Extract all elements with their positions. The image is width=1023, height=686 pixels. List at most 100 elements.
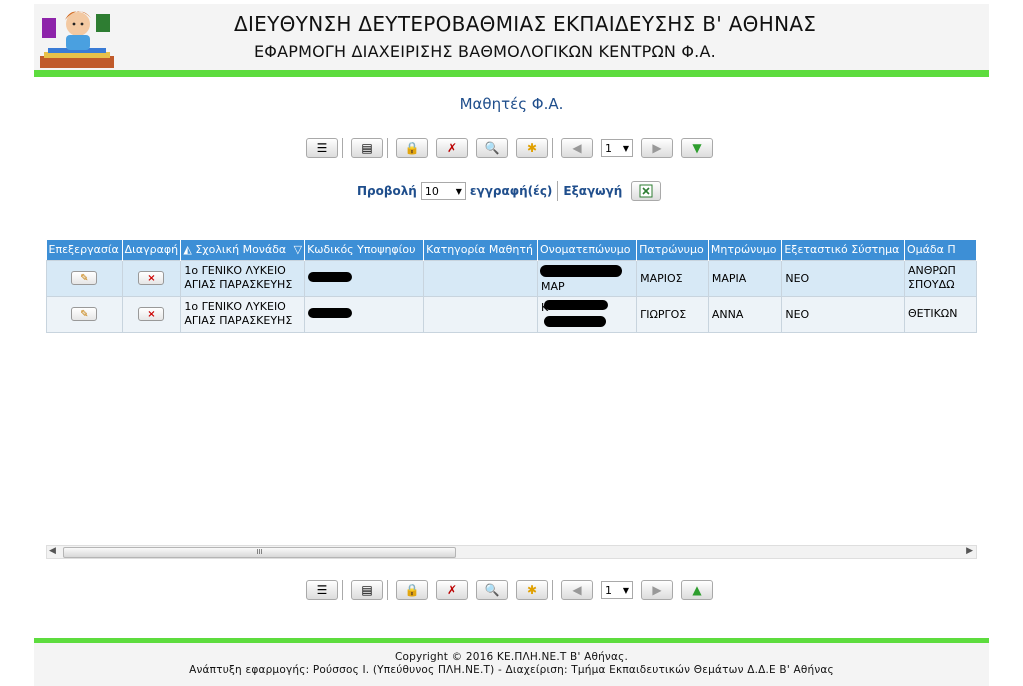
new-record-icon: ✱ xyxy=(526,141,538,155)
next-page-button[interactable]: ▶ xyxy=(641,138,673,158)
col-header-delete: Διαγραφή xyxy=(122,240,182,260)
detail-icon: ▤ xyxy=(361,583,373,597)
clear-search-button[interactable]: ✗ xyxy=(436,138,468,158)
chevron-down-icon: ▼ xyxy=(455,186,462,196)
col-header-mother[interactable]: Μητρώνυμο xyxy=(708,240,783,260)
excel-export-button[interactable] xyxy=(631,181,662,201)
horizontal-scrollbar[interactable]: ◀ III ▶ xyxy=(46,545,977,559)
fullname-cell: ΜΑΡ xyxy=(537,259,638,297)
group-cell: ΘΕΤΙΚΩΝ xyxy=(904,295,977,333)
arrow-left-icon: ◀ xyxy=(572,141,582,155)
filter-lock-button[interactable]: 🔒 xyxy=(396,138,428,158)
header-subtitle: ΕΦΑΡΜΟΓΗ ΔΙΑΧΕΙΡΙΣΗΣ ΒΑΘΜΟΛΟΓΙΚΩΝ ΚΕΝΤΡΩ… xyxy=(254,42,716,61)
delete-x-icon: × xyxy=(147,272,156,284)
page-size-value: 10 xyxy=(424,184,439,198)
toolbar-separator xyxy=(342,580,343,600)
col-header-fullname[interactable]: Ονοματεπώνυμο xyxy=(537,240,638,260)
pencil-icon: ✎ xyxy=(80,272,89,284)
view-separator xyxy=(557,181,559,201)
exam-system-cell: ΝΕΟ xyxy=(781,295,905,333)
toolbar-separator xyxy=(552,580,553,600)
redaction xyxy=(308,271,353,282)
arrow-right-icon: ▶ xyxy=(652,583,662,597)
col-header-category[interactable]: Κατηγορία Μαθητή xyxy=(423,240,539,260)
redaction xyxy=(308,307,353,318)
arrow-up-icon: ▲ xyxy=(692,583,702,597)
toolbar-separator xyxy=(387,138,388,158)
search-button[interactable]: 🔍 xyxy=(476,580,508,600)
footer: Copyright © 2016 ΚΕ.ΠΛΗ.ΝΕ.Τ Β' Αθήνας. … xyxy=(34,643,989,686)
page-select[interactable]: 1 ▼ xyxy=(601,139,633,157)
list-view-button[interactable]: ☰ xyxy=(306,138,338,158)
header-divider xyxy=(34,70,989,77)
father-cell: ΜΑΡΙΟΣ xyxy=(636,259,709,297)
excel-icon xyxy=(639,184,653,198)
col-header-candidate-code[interactable]: Κωδικός Υποψηφίου xyxy=(304,240,425,260)
delete-button[interactable]: × xyxy=(138,271,165,285)
school-cell: 1ο ΓΕΝΙΚΟ ΛΥΚΕΙΟ ΑΓΙΑΣ ΠΑΡΑΣΚΕΥΗΣ xyxy=(180,259,306,297)
page-select[interactable]: 1 ▼ xyxy=(601,581,633,599)
grid-header-row: Επεξεργασία Διαγραφή ◭ Σχολική Μονάδα ▽ Κ… xyxy=(46,240,977,260)
toolbar-separator xyxy=(552,138,553,158)
candidate-code-cell xyxy=(304,259,425,297)
detail-view-button[interactable]: ▤ xyxy=(351,138,383,158)
new-record-icon: ✱ xyxy=(526,583,538,597)
category-cell xyxy=(423,295,539,333)
search-clear-icon: ✗ xyxy=(446,583,458,597)
col-header-group[interactable]: Ομάδα Π xyxy=(904,240,977,260)
delete-button[interactable]: × xyxy=(138,307,165,321)
bottom-toolbar: ☰ ▤ 🔒 ✗ 🔍 ✱ ◀ 1 ▼ ▶ ▲ xyxy=(306,579,721,601)
search-button[interactable]: 🔍 xyxy=(476,138,508,158)
scroll-right-icon[interactable]: ▶ xyxy=(966,546,973,556)
filter-lock-button[interactable]: 🔒 xyxy=(396,580,428,600)
arrow-right-icon: ▶ xyxy=(652,141,662,155)
redaction xyxy=(544,299,609,310)
list-icon: ☰ xyxy=(316,141,328,155)
student-logo-icon xyxy=(38,4,116,70)
detail-view-button[interactable]: ▤ xyxy=(351,580,383,600)
sort-desc-icon: ▽ xyxy=(293,243,303,257)
arrow-down-icon: ▼ xyxy=(692,141,702,155)
table-row: ✎ × 1ο ΓΕΝΙΚΟ ΛΥΚΕΙΟ ΑΓΙΑΣ ΠΑΡΑΣΚΕΥΗΣ ΜΑ… xyxy=(46,259,977,297)
search-icon: 🔍 xyxy=(484,583,500,597)
export-label[interactable]: Εξαγωγή xyxy=(563,184,622,198)
scrollbar-thumb[interactable]: III xyxy=(63,547,456,558)
copyright-text: Copyright © 2016 ΚΕ.ΠΛΗ.ΝΕ.Τ Β' Αθήνας. xyxy=(394,651,629,663)
fullname-cell: Κ xyxy=(537,295,638,333)
edit-cell: ✎ xyxy=(46,295,123,333)
col-header-father[interactable]: Πατρώνυμο xyxy=(636,240,709,260)
arrow-left-icon: ◀ xyxy=(572,583,582,597)
col-header-school[interactable]: ◭ Σχολική Μονάδα ▽ xyxy=(180,240,306,260)
clear-search-button[interactable]: ✗ xyxy=(436,580,468,600)
page-size-select[interactable]: 10 ▼ xyxy=(420,182,466,200)
page-select-value: 1 xyxy=(605,141,612,155)
records-label: εγγραφή(ές) xyxy=(469,184,553,198)
credits-text: Ανάπτυξη εφαρμογής: Ρούσσος Ι. (Υπεύθυνο… xyxy=(189,664,834,676)
mother-cell: ΜΑΡΙΑ xyxy=(707,259,783,297)
edit-button[interactable]: ✎ xyxy=(71,271,98,285)
scroll-up-button[interactable]: ▲ xyxy=(681,580,713,600)
next-page-button[interactable]: ▶ xyxy=(641,580,673,600)
add-new-button[interactable]: ✱ xyxy=(516,138,548,158)
app-header: ΔΙΕΥΘΥΝΣΗ ΔΕΥΤΕΡΟΒΑΘΜΙΑΣ ΕΚΠΑΙΔΕΥΣΗΣ Β' … xyxy=(34,4,989,70)
edit-button[interactable]: ✎ xyxy=(71,307,98,321)
prev-page-button[interactable]: ◀ xyxy=(561,138,593,158)
toolbar-separator xyxy=(387,580,388,600)
pencil-icon: ✎ xyxy=(80,308,89,320)
top-toolbar: ☰ ▤ 🔒 ✗ 🔍 ✱ ◀ 1 ▼ ▶ ▼ xyxy=(306,137,721,159)
col-header-exam-system[interactable]: Εξεταστικό Σύστημα xyxy=(781,240,905,260)
list-view-button[interactable]: ☰ xyxy=(306,580,338,600)
detail-icon: ▤ xyxy=(361,141,373,155)
scroll-down-button[interactable]: ▼ xyxy=(681,138,713,158)
delete-x-icon: × xyxy=(147,308,156,320)
prev-page-button[interactable]: ◀ xyxy=(561,580,593,600)
school-cell: 1ο ΓΕΝΙΚΟ ΛΥΚΕΙΟ ΑΓΙΑΣ ΠΑΡΑΣΚΕΥΗΣ xyxy=(180,295,306,333)
father-cell: ΓΙΩΡΓΟΣ xyxy=(636,295,709,333)
add-new-button[interactable]: ✱ xyxy=(516,580,548,600)
col-header-edit: Επεξεργασία xyxy=(46,240,123,260)
scroll-left-icon[interactable]: ◀ xyxy=(49,546,56,556)
scrollbar-grip: III xyxy=(256,548,263,556)
table-row: ✎ × 1ο ΓΕΝΙΚΟ ΛΥΚΕΙΟ ΑΓΙΑΣ ΠΑΡΑΣΚΕΥΗΣ Κ … xyxy=(46,295,977,333)
search-icon: 🔍 xyxy=(484,141,500,155)
lock-icon: 🔒 xyxy=(404,141,420,155)
